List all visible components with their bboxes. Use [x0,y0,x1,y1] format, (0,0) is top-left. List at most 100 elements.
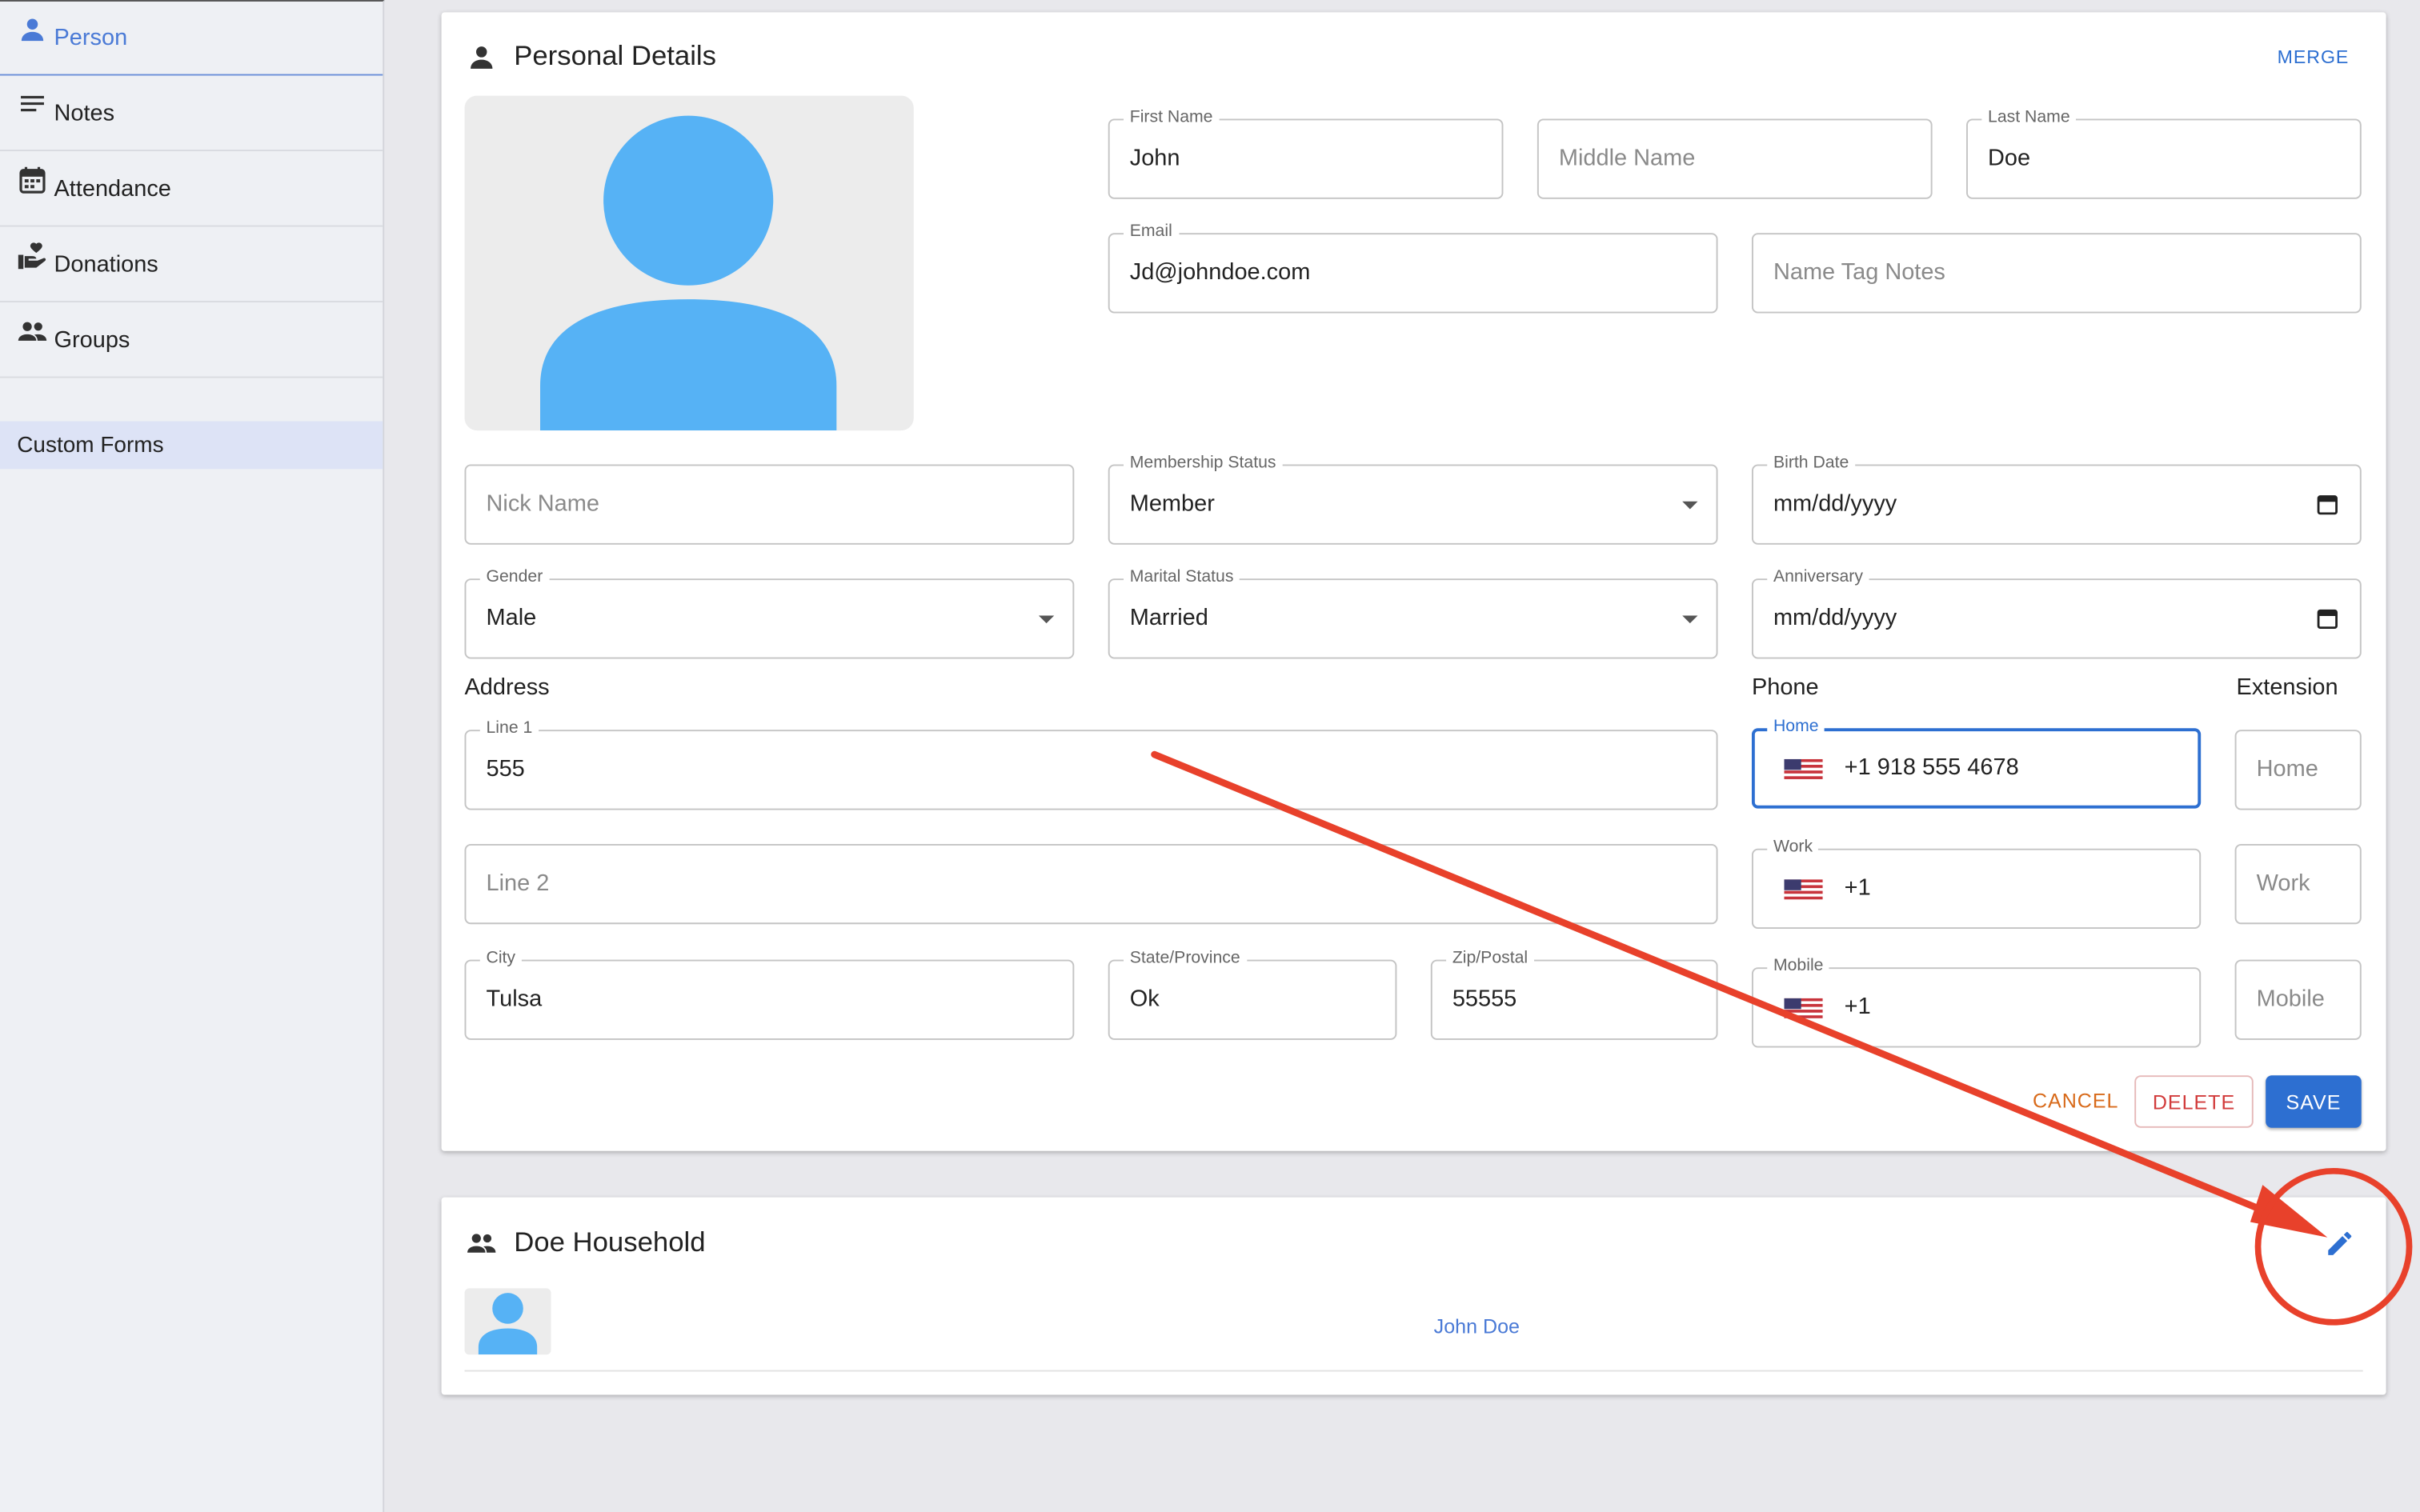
person-icon [471,46,493,68]
last-name-field[interactable]: Last Name Doe [1966,106,2362,199]
save-button[interactable]: SAVE [2266,1075,2362,1128]
notes-icon [21,94,44,111]
household-member-name-link[interactable]: John Doe [1434,1314,1520,1338]
zip-field[interactable]: Zip/Postal 55555 [1430,947,1718,1040]
field-label: Last Name [1981,106,2077,129]
edit-pencil-icon[interactable] [2324,1228,2355,1259]
sidebar: Person Notes Attendance Donations Groups… [0,0,385,1512]
extension-work-field[interactable]: Work [2234,843,2362,925]
sidebar-item-notes[interactable]: Notes [0,77,383,152]
phone-heading: Phone [1751,674,1819,701]
field-label: Email [1124,220,1179,242]
field-label: State/Province [1124,947,1247,970]
field-value: Member [1129,490,1215,518]
birth-date-field[interactable]: Birth Date mm/dd/yyyy [1751,452,2362,545]
address-line1-field[interactable]: Line 1 555 [464,717,1718,810]
field-value: Male [486,605,537,631]
field-value: Tulsa [486,986,543,1013]
avatar[interactable] [464,95,914,431]
sidebar-item-person[interactable]: Person [0,2,383,76]
phone-work-field[interactable]: Work +1 [1751,836,2202,930]
field-value: +1 [1844,994,1871,1020]
city-field[interactable]: City Tulsa [464,947,1075,1040]
sidebar-item-attendance[interactable]: Attendance [0,153,383,227]
page-title: Personal Details [514,40,716,71]
field-label: Gender [479,566,550,588]
group-icon [467,1233,496,1252]
field-placeholder: Work [2256,870,2310,897]
field-label: Anniversary [1767,566,1869,588]
address-line2-field[interactable]: Line 2 [464,843,1718,925]
sidebar-item-label: Notes [54,100,115,127]
cancel-button[interactable]: CANCEL [2033,1090,2119,1113]
field-placeholder: Line 2 [486,870,550,897]
field-value: Married [1129,605,1208,631]
sidebar-item-label: Groups [54,326,130,354]
us-flag-icon[interactable] [1784,879,1823,900]
sidebar-item-label: Custom Forms [17,432,164,458]
nick-name-field[interactable]: Nick Name [464,464,1075,545]
field-value: +1 918 555 4678 [1844,754,2019,781]
address-heading: Address [464,674,550,701]
field-value: Ok [1129,986,1160,1013]
extension-mobile-field[interactable]: Mobile [2234,959,2362,1040]
calendar-icon[interactable] [2317,608,2338,630]
field-placeholder: Mobile [2256,986,2325,1013]
field-label: Zip/Postal [1446,947,1534,970]
dropdown-arrow-icon [1682,615,1698,624]
gender-select[interactable]: Gender Male [464,566,1075,659]
calendar-icon[interactable] [2317,494,2338,515]
phone-mobile-field[interactable]: Mobile +1 [1751,954,2202,1048]
name-tag-notes-field[interactable]: Name Tag Notes [1751,233,2362,314]
middle-name-field[interactable]: Middle Name [1537,118,1933,199]
field-value: +1 [1844,874,1871,902]
field-placeholder: Nick Name [486,490,599,518]
field-placeholder: Middle Name [1558,145,1696,172]
field-label: Membership Status [1124,452,1283,474]
merge-button[interactable]: MERGE [2278,46,2350,68]
field-placeholder: Name Tag Notes [1773,259,1945,286]
membership-status-select[interactable]: Membership Status Member [1108,452,1718,545]
field-label: Line 1 [479,717,539,739]
sidebar-item-label: Person [54,24,128,51]
field-value: mm/dd/yyyy [1773,490,1897,518]
field-label: Home [1767,715,1825,738]
us-flag-icon[interactable] [1784,758,1823,779]
sidebar-item-donations[interactable]: Donations [0,228,383,303]
household-card: Doe Household John Doe [441,1197,2386,1395]
anniversary-field[interactable]: Anniversary mm/dd/yyyy [1751,566,2362,659]
field-value: 55555 [1452,986,1517,1013]
first-name-field[interactable]: First Name John [1108,106,1504,199]
avatar-silhouette-icon [478,1293,538,1355]
email-field[interactable]: Email Jd@johndoe.com [1108,220,1718,314]
marital-status-select[interactable]: Marital Status Married [1108,566,1718,659]
sidebar-item-label: Donations [54,251,158,278]
donation-icon [18,242,46,269]
extension-heading: Extension [2236,674,2338,701]
calendar-icon [19,166,46,193]
household-header: Doe Household [466,1226,706,1259]
field-label: Mobile [1767,954,1830,977]
field-value: Doe [1988,145,2031,172]
sidebar-item-label: Attendance [54,175,171,202]
household-member-avatar [464,1288,551,1355]
extension-home-field[interactable]: Home [2234,730,2362,810]
state-field[interactable]: State/Province Ok [1108,947,1397,1040]
us-flag-icon[interactable] [1784,998,1823,1018]
field-value: mm/dd/yyyy [1773,605,1897,631]
field-label: Work [1767,836,1819,858]
avatar-silhouette-icon [540,115,837,431]
field-label: Marital Status [1124,566,1240,588]
sidebar-item-custom-forms[interactable]: Custom Forms [0,421,383,470]
sidebar-item-groups[interactable]: Groups [0,304,383,378]
field-label: First Name [1124,106,1220,129]
phone-home-field[interactable]: Home +1 918 555 4678 [1751,715,2202,809]
field-placeholder: Home [2256,756,2318,782]
household-title: Doe Household [514,1226,706,1258]
delete-button[interactable]: DELETE [2134,1075,2254,1128]
field-label: Birth Date [1767,452,1856,474]
group-icon [18,321,47,340]
divider [464,1370,2363,1372]
field-value: Jd@johndoe.com [1129,259,1311,286]
field-value: 555 [486,756,525,782]
